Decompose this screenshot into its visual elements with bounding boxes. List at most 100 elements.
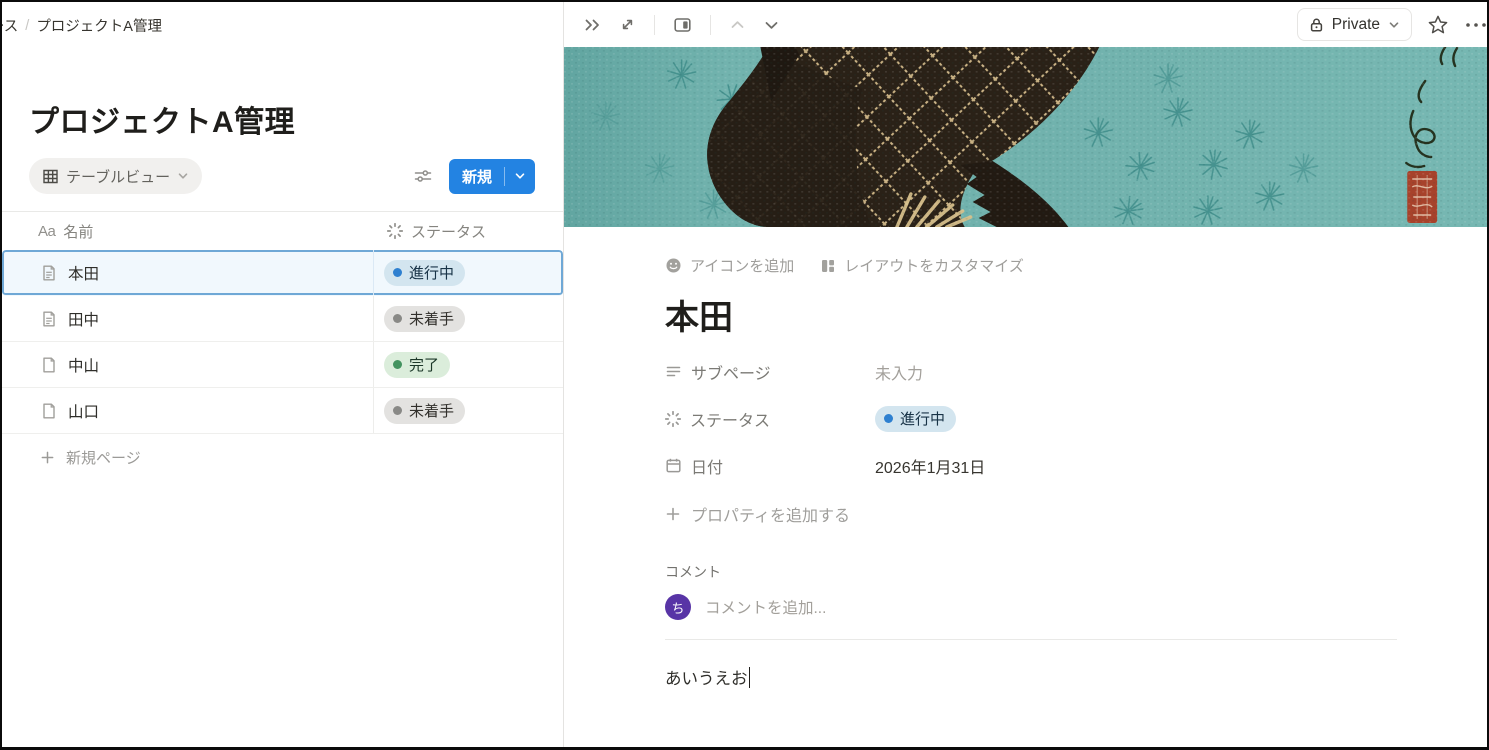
toolbar-divider [654,14,655,35]
database-panel: ース / プロジェクトA管理 プロジェクトA管理 テーブルビュー 新規 [2,2,563,747]
privacy-label: Private [1331,15,1380,33]
breadcrumb-item-workspace[interactable]: ース [2,15,18,36]
status-tag[interactable]: 進行中 [384,259,466,286]
status-tag[interactable]: 未着手 [384,397,466,424]
view-options-icon[interactable] [414,168,432,184]
property-row-status: ステータス 進行中 [665,395,1397,442]
chevron-down-icon [177,170,189,182]
favorite-star-icon[interactable] [1427,14,1449,36]
content-divider [665,639,1397,640]
text-cursor [748,666,750,688]
page-name: 中山 [68,357,100,375]
close-peek-icon[interactable] [581,14,604,36]
chevron-down-icon [1388,19,1400,31]
add-property-button[interactable]: プロパティを追加する [665,492,1397,536]
calendar-icon [665,457,682,474]
property-label-status[interactable]: ステータス [665,407,875,431]
add-icon-label: アイコンを追加 [690,258,795,275]
page-action-row: アイコンを追加 レイアウトをカスタマイズ [665,255,1397,276]
peek-content: アイコンを追加 レイアウトをカスタマイズ 本田 サブページ 未入力 ステータス … [564,227,1487,747]
status-tag[interactable]: 進行中 [875,405,957,432]
table-row[interactable]: 本田 進行中 [2,250,563,296]
status-label: 未着手 [409,311,455,328]
name-cell[interactable]: 田中 [2,296,374,341]
property-value-status[interactable]: 進行中 [875,405,957,432]
status-dot [393,360,402,369]
view-toolbar: テーブルビュー 新規 [29,158,535,194]
table-row[interactable]: 山口 未着手 [2,388,563,434]
breadcrumb-separator: / [25,17,30,34]
table-row[interactable]: 田中 未着手 [2,296,563,342]
comments-heading: コメント [665,564,721,580]
add-icon-button[interactable]: アイコンを追加 [665,255,794,276]
page-title[interactable]: 本田 [665,296,1397,340]
status-cell[interactable]: 完了 [374,342,563,387]
side-peek-icon[interactable] [671,14,694,36]
page-blank-icon [40,356,58,374]
property-label-date[interactable]: 日付 [665,454,875,478]
new-button-label: 新規 [461,168,492,186]
body-text: あいうえお [665,670,748,688]
name-cell[interactable]: 山口 [2,388,374,433]
page-cover-koi-artwork[interactable] [564,47,1487,227]
comment-placeholder: コメントを追加... [705,600,827,617]
status-cell[interactable]: 未着手 [374,296,563,341]
property-list: サブページ 未入力 ステータス 進行中 日付 2026年1月31日 [665,348,1397,489]
status-label: 進行中 [409,265,455,282]
status-dot [393,314,402,323]
comment-input[interactable]: ち コメントを追加... [665,594,1397,620]
plus-icon [40,450,55,465]
table-header-row: Aa 名前 ステータス [2,212,563,250]
status-tag[interactable]: 未着手 [384,305,466,332]
database-table: Aa 名前 ステータス 本田 進行中 田中 未着手 中山 完了 山口 未着手 新… [2,211,563,480]
column-status-label: ステータス [411,223,487,241]
status-tag[interactable]: 完了 [384,351,451,378]
property-value-date[interactable]: 2026年1月31日 [875,454,985,478]
customize-layout-button[interactable]: レイアウトをカスタマイズ [820,255,1024,276]
status-cell[interactable]: 進行中 [374,250,563,295]
name-cell[interactable]: 本田 [2,250,374,295]
new-page-button[interactable]: 新規ページ [2,434,563,480]
new-button-dropdown[interactable] [505,170,535,182]
privacy-dropdown[interactable]: Private [1296,8,1412,41]
status-cell[interactable]: 未着手 [374,388,563,433]
property-value-subpage[interactable]: 未入力 [875,360,923,384]
property-label-subpage[interactable]: サブページ [665,360,875,384]
add-property-label: プロパティを追加する [691,508,851,525]
table-row[interactable]: 中山 完了 [2,342,563,388]
lock-icon [1310,18,1322,32]
peek-toolbar: Private [564,2,1487,47]
new-button[interactable]: 新規 [448,158,535,194]
expand-page-icon[interactable] [617,14,638,35]
table-view-label: テーブルビュー [66,168,171,186]
page-document-icon [40,264,58,282]
name-cell[interactable]: 中山 [2,342,374,387]
property-row-date: 日付 2026年1月31日 [665,442,1397,489]
database-title[interactable]: プロジェクトA管理 [29,102,563,144]
column-header-name[interactable]: Aa 名前 [2,221,374,242]
table-view-tab[interactable]: テーブルビュー [29,158,203,194]
notion-window: ース / プロジェクトA管理 プロジェクトA管理 テーブルビュー 新規 [0,0,1489,750]
status-dot [393,406,402,415]
toolbar-divider [710,14,711,35]
status-property-icon [387,223,403,239]
page-body-text[interactable]: あいうえお [665,665,1397,689]
user-avatar: ち [665,594,691,620]
status-label: 完了 [409,357,440,374]
breadcrumb: ース / プロジェクトA管理 [2,15,563,36]
next-page-icon[interactable] [761,15,782,35]
property-name: ステータス [690,412,771,430]
status-dot [884,414,893,423]
table-view-icon [43,169,58,183]
new-page-label: 新規ページ [66,449,141,467]
status-label: 未着手 [409,403,455,420]
more-options-icon[interactable] [1464,16,1487,34]
status-property-icon [665,411,681,427]
smiley-icon [666,258,681,273]
layout-icon [822,259,835,272]
breadcrumb-item-current[interactable]: プロジェクトA管理 [36,15,162,36]
status-dot [393,268,402,277]
page-peek-panel: Private アイコンを追加 レイアウトをカスタマイズ 本田 サブページ 未入… [563,2,1487,747]
column-header-status[interactable]: ステータス [374,221,563,242]
previous-page-icon[interactable] [727,15,748,35]
